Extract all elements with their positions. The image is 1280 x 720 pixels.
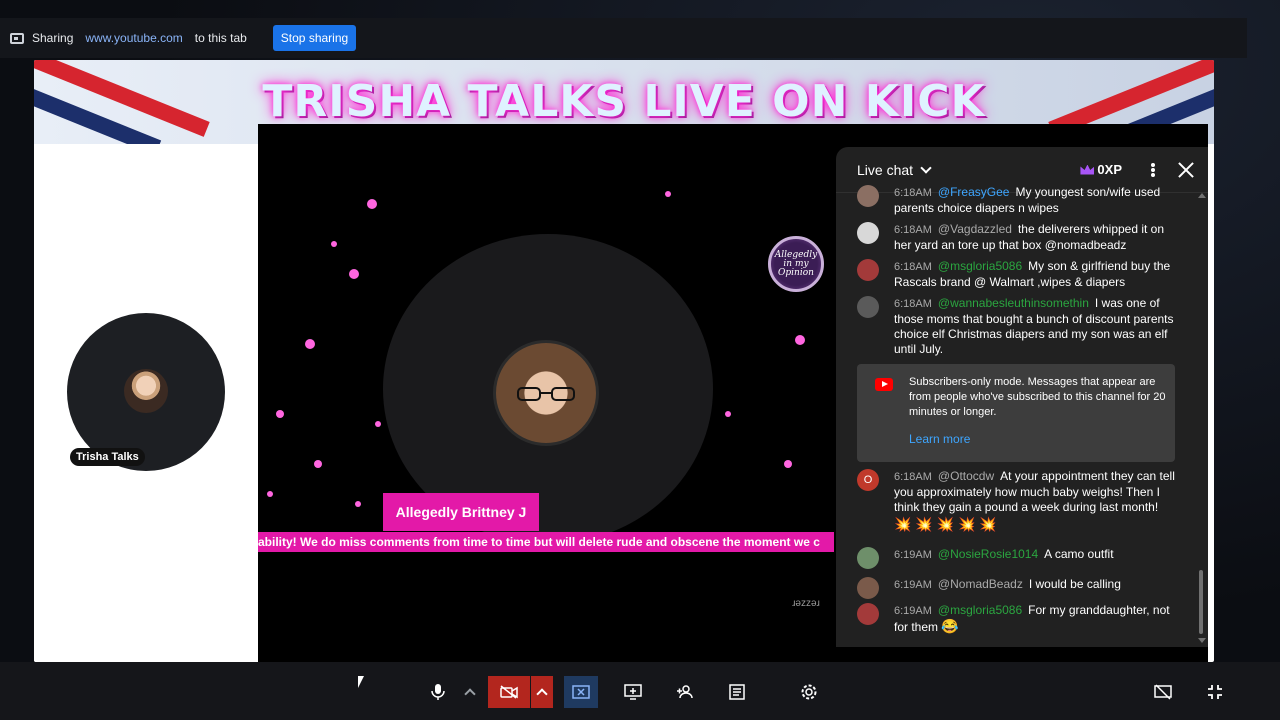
screen-share-icon [10, 32, 24, 44]
settings-button[interactable] [793, 676, 825, 708]
hide-self-view-button[interactable] [1147, 676, 1179, 708]
live-chat-panel: Live chat 0XP 6:18AM @FreasyGee My younges… [836, 147, 1208, 647]
chat-message: 6:19AM @NosieRosie1014 A camo outfit [857, 547, 1177, 569]
avatar: O [857, 469, 879, 491]
participant-panel: Trisha Talks [34, 144, 258, 662]
message-author[interactable]: @msgloria5086 [938, 259, 1022, 273]
chevron-up-icon [536, 688, 548, 700]
message-time: 6:19AM [894, 549, 932, 561]
message-time: 6:18AM [894, 471, 932, 483]
exit-fullscreen-icon [1208, 685, 1222, 699]
stop-sharing-button[interactable]: Stop sharing [272, 25, 357, 51]
notes-icon [729, 684, 745, 700]
message-author[interactable]: @FreasyGee [938, 185, 1010, 199]
camera-options-button[interactable] [531, 676, 553, 708]
message-author[interactable]: @NosieRosie1014 [938, 547, 1038, 561]
microphone-icon [431, 684, 445, 700]
sharing-bar: Sharing www.youtube.com to this tab Stop… [0, 18, 1247, 58]
glasses-detail [517, 387, 575, 401]
message-time: 6:18AM [894, 261, 932, 273]
chat-message: 6:18AM @wannabesleuthinsomethin I was one … [857, 296, 1177, 357]
chat-message: 6:19AM @NomadBeadz I would be calling [857, 577, 1177, 599]
message-text: A camo outfit [1044, 547, 1114, 561]
message-text: I would be calling [1028, 577, 1121, 591]
avatar [857, 222, 879, 244]
message-author[interactable]: @Vagdazzled [938, 222, 1012, 236]
message-author[interactable]: @wannabesleuthinsomethin [938, 296, 1089, 310]
avatar [857, 603, 879, 625]
chevron-up-icon [464, 688, 476, 700]
message-author[interactable]: @msgloria5086 [938, 603, 1022, 617]
message-text: For my granddaughter, not for them [894, 603, 1170, 634]
gear-icon [801, 684, 817, 700]
chat-message: 6:18AM @Vagdazzled the deliverers whipped … [857, 222, 1177, 253]
crown-icon [1080, 164, 1095, 175]
chat-title[interactable]: Live chat [857, 162, 913, 178]
guest-name-tag: Allegedly Brittney J [383, 493, 539, 531]
more-options-icon[interactable] [1144, 161, 1162, 179]
scroll-down-arrow[interactable] [1198, 638, 1206, 643]
message-text: My youngest son/wife used parents choice… [894, 185, 1161, 215]
meeting-controls [0, 662, 1280, 720]
message-emoji: 😂 [941, 618, 959, 634]
participant-name: Trisha Talks [70, 448, 145, 466]
avatar [857, 259, 879, 281]
message-time: 6:18AM [894, 187, 932, 199]
mouse-cursor [358, 676, 364, 688]
message-author[interactable]: @NomadBeadz [938, 577, 1023, 591]
sharing-suffix: to this tab [194, 31, 247, 45]
learn-more-link[interactable]: Learn more [909, 432, 970, 446]
avatar [857, 577, 879, 599]
chat-message: O 6:18AM @Ottocdw At your appointment they… [857, 469, 1177, 532]
chat-scrollbar[interactable] [1199, 570, 1203, 634]
message-text: the deliverers whipped it on her yard an… [894, 222, 1165, 252]
avatar [857, 547, 879, 569]
add-people-button[interactable] [669, 676, 701, 708]
banner-title: TRISHA TALKS LIVE ON KICK [262, 76, 986, 127]
shared-site: www.youtube.com [85, 31, 183, 45]
chat-message: 6:19AM @msgloria5086 For my granddaughter,… [857, 603, 1177, 635]
message-emoji: 💥 💥 💥 💥 💥 [894, 516, 997, 532]
hide-view-icon [1154, 684, 1172, 700]
add-person-icon [677, 685, 693, 699]
scrolling-ticker: ability! We do miss comments from time t… [258, 532, 834, 552]
avatar [857, 185, 879, 207]
xp-value: 0XP [1097, 162, 1122, 177]
chevron-down-icon[interactable] [920, 161, 932, 174]
message-text: At your appointment they can tell you ap… [894, 469, 1175, 514]
camera-off-icon [500, 685, 518, 699]
mic-options-button[interactable] [455, 676, 485, 708]
message-time: 6:19AM [894, 605, 932, 617]
scroll-up-arrow[interactable] [1198, 193, 1206, 198]
chat-message: 6:18AM @FreasyGee My youngest son/wife use… [857, 185, 1177, 216]
sharing-label: Sharing [32, 31, 74, 45]
logo-text: Allegedly in my Opinion [774, 249, 818, 278]
subscribers-only-notice: Subscribers-only mode. Messages that app… [857, 364, 1175, 462]
avatar [124, 369, 168, 413]
channel-logo: Allegedly in my Opinion [768, 236, 824, 292]
message-time: 6:18AM [894, 224, 932, 236]
captions-button[interactable] [721, 676, 753, 708]
notice-text: Subscribers-only mode. Messages that app… [909, 376, 1166, 418]
present-button[interactable] [617, 676, 649, 708]
xp-badge[interactable]: 0XP [1080, 162, 1122, 177]
stop-present-icon [572, 685, 590, 699]
avatar [857, 296, 879, 318]
meeting-window: Sharing www.youtube.com to this tab Stop… [0, 0, 1280, 720]
camera-off-button[interactable] [488, 676, 530, 708]
message-text: My son & girlfriend buy the Rascals bran… [894, 259, 1171, 289]
chat-message: 6:18AM @msgloria5086 My son & girlfriend b… [857, 259, 1177, 290]
close-icon[interactable] [1178, 162, 1194, 178]
eyes-watermark: ɹǝzzǝɹ [792, 598, 820, 609]
message-author[interactable]: @Ottocdw [938, 469, 994, 483]
message-time: 6:18AM [894, 298, 932, 310]
microphone-button[interactable] [422, 676, 454, 708]
exit-fullscreen-button[interactable] [1199, 676, 1231, 708]
message-time: 6:19AM [894, 579, 932, 591]
youtube-icon [875, 378, 893, 391]
present-icon [624, 684, 642, 700]
stop-presenting-button[interactable] [564, 676, 598, 708]
